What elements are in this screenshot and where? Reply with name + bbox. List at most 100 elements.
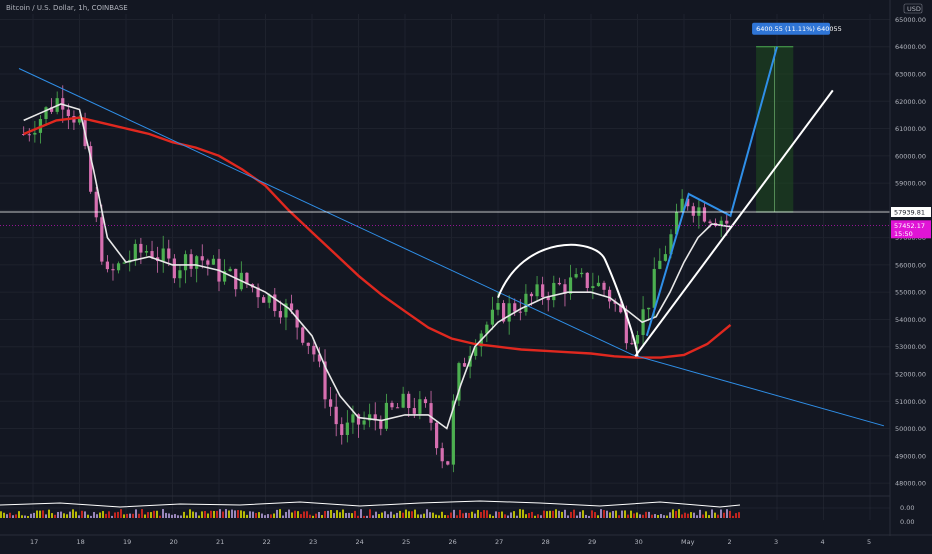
candle-body xyxy=(697,207,701,216)
candle-body xyxy=(211,258,216,265)
osc-bar xyxy=(699,509,701,518)
x-tick-label: 22 xyxy=(263,538,271,546)
osc-bar xyxy=(705,511,707,518)
osc-bar xyxy=(300,514,302,518)
candle-body xyxy=(496,303,500,310)
x-tick-label: 5 xyxy=(867,538,871,546)
osc-bar xyxy=(93,512,95,518)
osc-bar xyxy=(234,510,236,518)
x-tick-label: May xyxy=(681,538,695,546)
osc-bar xyxy=(354,510,356,518)
osc-bar xyxy=(198,515,200,518)
osc-bar xyxy=(156,510,158,518)
chart-container[interactable]: 6400.55 (11.11%) 640055 48000.00 49000.00… xyxy=(0,0,932,550)
osc-bar xyxy=(189,509,191,518)
osc-bar xyxy=(147,512,149,518)
candle-body xyxy=(351,414,355,423)
osc-bar xyxy=(396,512,398,518)
osc-bar xyxy=(33,512,35,518)
osc-bar xyxy=(108,511,110,518)
osc-bar xyxy=(672,509,674,518)
osc-bar xyxy=(609,512,611,518)
osc-bar xyxy=(51,513,53,518)
osc-bar xyxy=(600,509,602,518)
osc-bar xyxy=(246,514,248,518)
x-tick-label: 21 xyxy=(216,538,224,546)
osc-bar xyxy=(534,515,536,518)
osc-bar xyxy=(663,515,665,518)
osc-bar xyxy=(324,511,326,518)
osc-bar xyxy=(519,509,521,518)
candle-body xyxy=(423,399,428,404)
y-tick-label: 54000.00 xyxy=(895,316,926,324)
osc-bar xyxy=(543,510,545,518)
osc-bar xyxy=(594,512,596,518)
osc-bar xyxy=(27,515,29,518)
osc-bar xyxy=(465,512,467,518)
osc-bar xyxy=(666,515,668,518)
candle-body xyxy=(345,422,349,435)
candle-body xyxy=(725,220,729,224)
osc-bar xyxy=(573,509,575,518)
candle-body xyxy=(100,217,104,262)
osc-bar xyxy=(114,512,116,518)
osc-bar xyxy=(192,511,194,518)
osc-bar xyxy=(6,514,8,518)
osc-bar xyxy=(438,515,440,518)
osc-bar xyxy=(63,513,65,518)
y-tick-label: 62000.00 xyxy=(895,98,926,106)
y-tick-label: 51000.00 xyxy=(895,398,926,406)
osc-bar xyxy=(153,510,155,518)
osc-bar xyxy=(0,511,2,518)
osc-bar xyxy=(87,514,89,518)
osc-bar xyxy=(303,511,305,518)
osc-bar xyxy=(456,515,458,518)
osc-bar xyxy=(327,510,329,518)
osc-bar xyxy=(420,514,422,518)
osc-bar xyxy=(531,511,533,518)
osc-bar xyxy=(228,510,230,518)
osc-bar xyxy=(678,509,680,518)
osc-bar xyxy=(174,514,176,518)
candle-body xyxy=(446,461,450,465)
x-tick-label: 3 xyxy=(774,538,778,546)
candle-body xyxy=(552,282,556,301)
osc-bar xyxy=(717,514,719,518)
countdown-label: 15:50 xyxy=(894,230,913,238)
osc-bar xyxy=(402,512,404,518)
x-tick-label: 17 xyxy=(30,538,38,546)
osc-bar xyxy=(84,511,86,518)
osc-bar xyxy=(207,513,209,518)
osc-bar xyxy=(42,510,44,518)
y-tick-label: 53000.00 xyxy=(895,343,926,351)
x-tick-label: 30 xyxy=(635,538,643,546)
osc-bar xyxy=(216,510,218,518)
osc-bar xyxy=(525,514,527,518)
osc-bar xyxy=(549,510,551,518)
currency-label[interactable]: USD xyxy=(907,5,921,13)
osc-bar xyxy=(693,512,695,518)
osc-bar xyxy=(252,511,254,518)
price-chart[interactable]: 6400.55 (11.11%) 640055 48000.00 49000.00… xyxy=(0,0,932,550)
y-tick-label: 48000.00 xyxy=(895,480,926,488)
osc-bar xyxy=(111,515,113,518)
candle-body xyxy=(585,272,589,288)
candle-body xyxy=(144,251,149,253)
osc-bar xyxy=(522,509,524,518)
candle-body xyxy=(172,258,176,279)
x-tick-label: 23 xyxy=(309,538,317,546)
osc-bar xyxy=(81,510,83,518)
osc-bar xyxy=(513,511,515,518)
osc-bar xyxy=(312,515,314,518)
osc-bar xyxy=(432,512,434,518)
osc-bar xyxy=(285,511,287,518)
candle-body xyxy=(407,393,411,409)
osc-bar xyxy=(561,511,563,518)
candle-body xyxy=(379,420,383,429)
osc-bar xyxy=(459,509,461,518)
osc-bar xyxy=(9,512,11,518)
osc-bar xyxy=(474,513,476,518)
candle-body xyxy=(178,270,182,279)
candle-body xyxy=(161,248,165,262)
osc-bar xyxy=(579,511,581,518)
